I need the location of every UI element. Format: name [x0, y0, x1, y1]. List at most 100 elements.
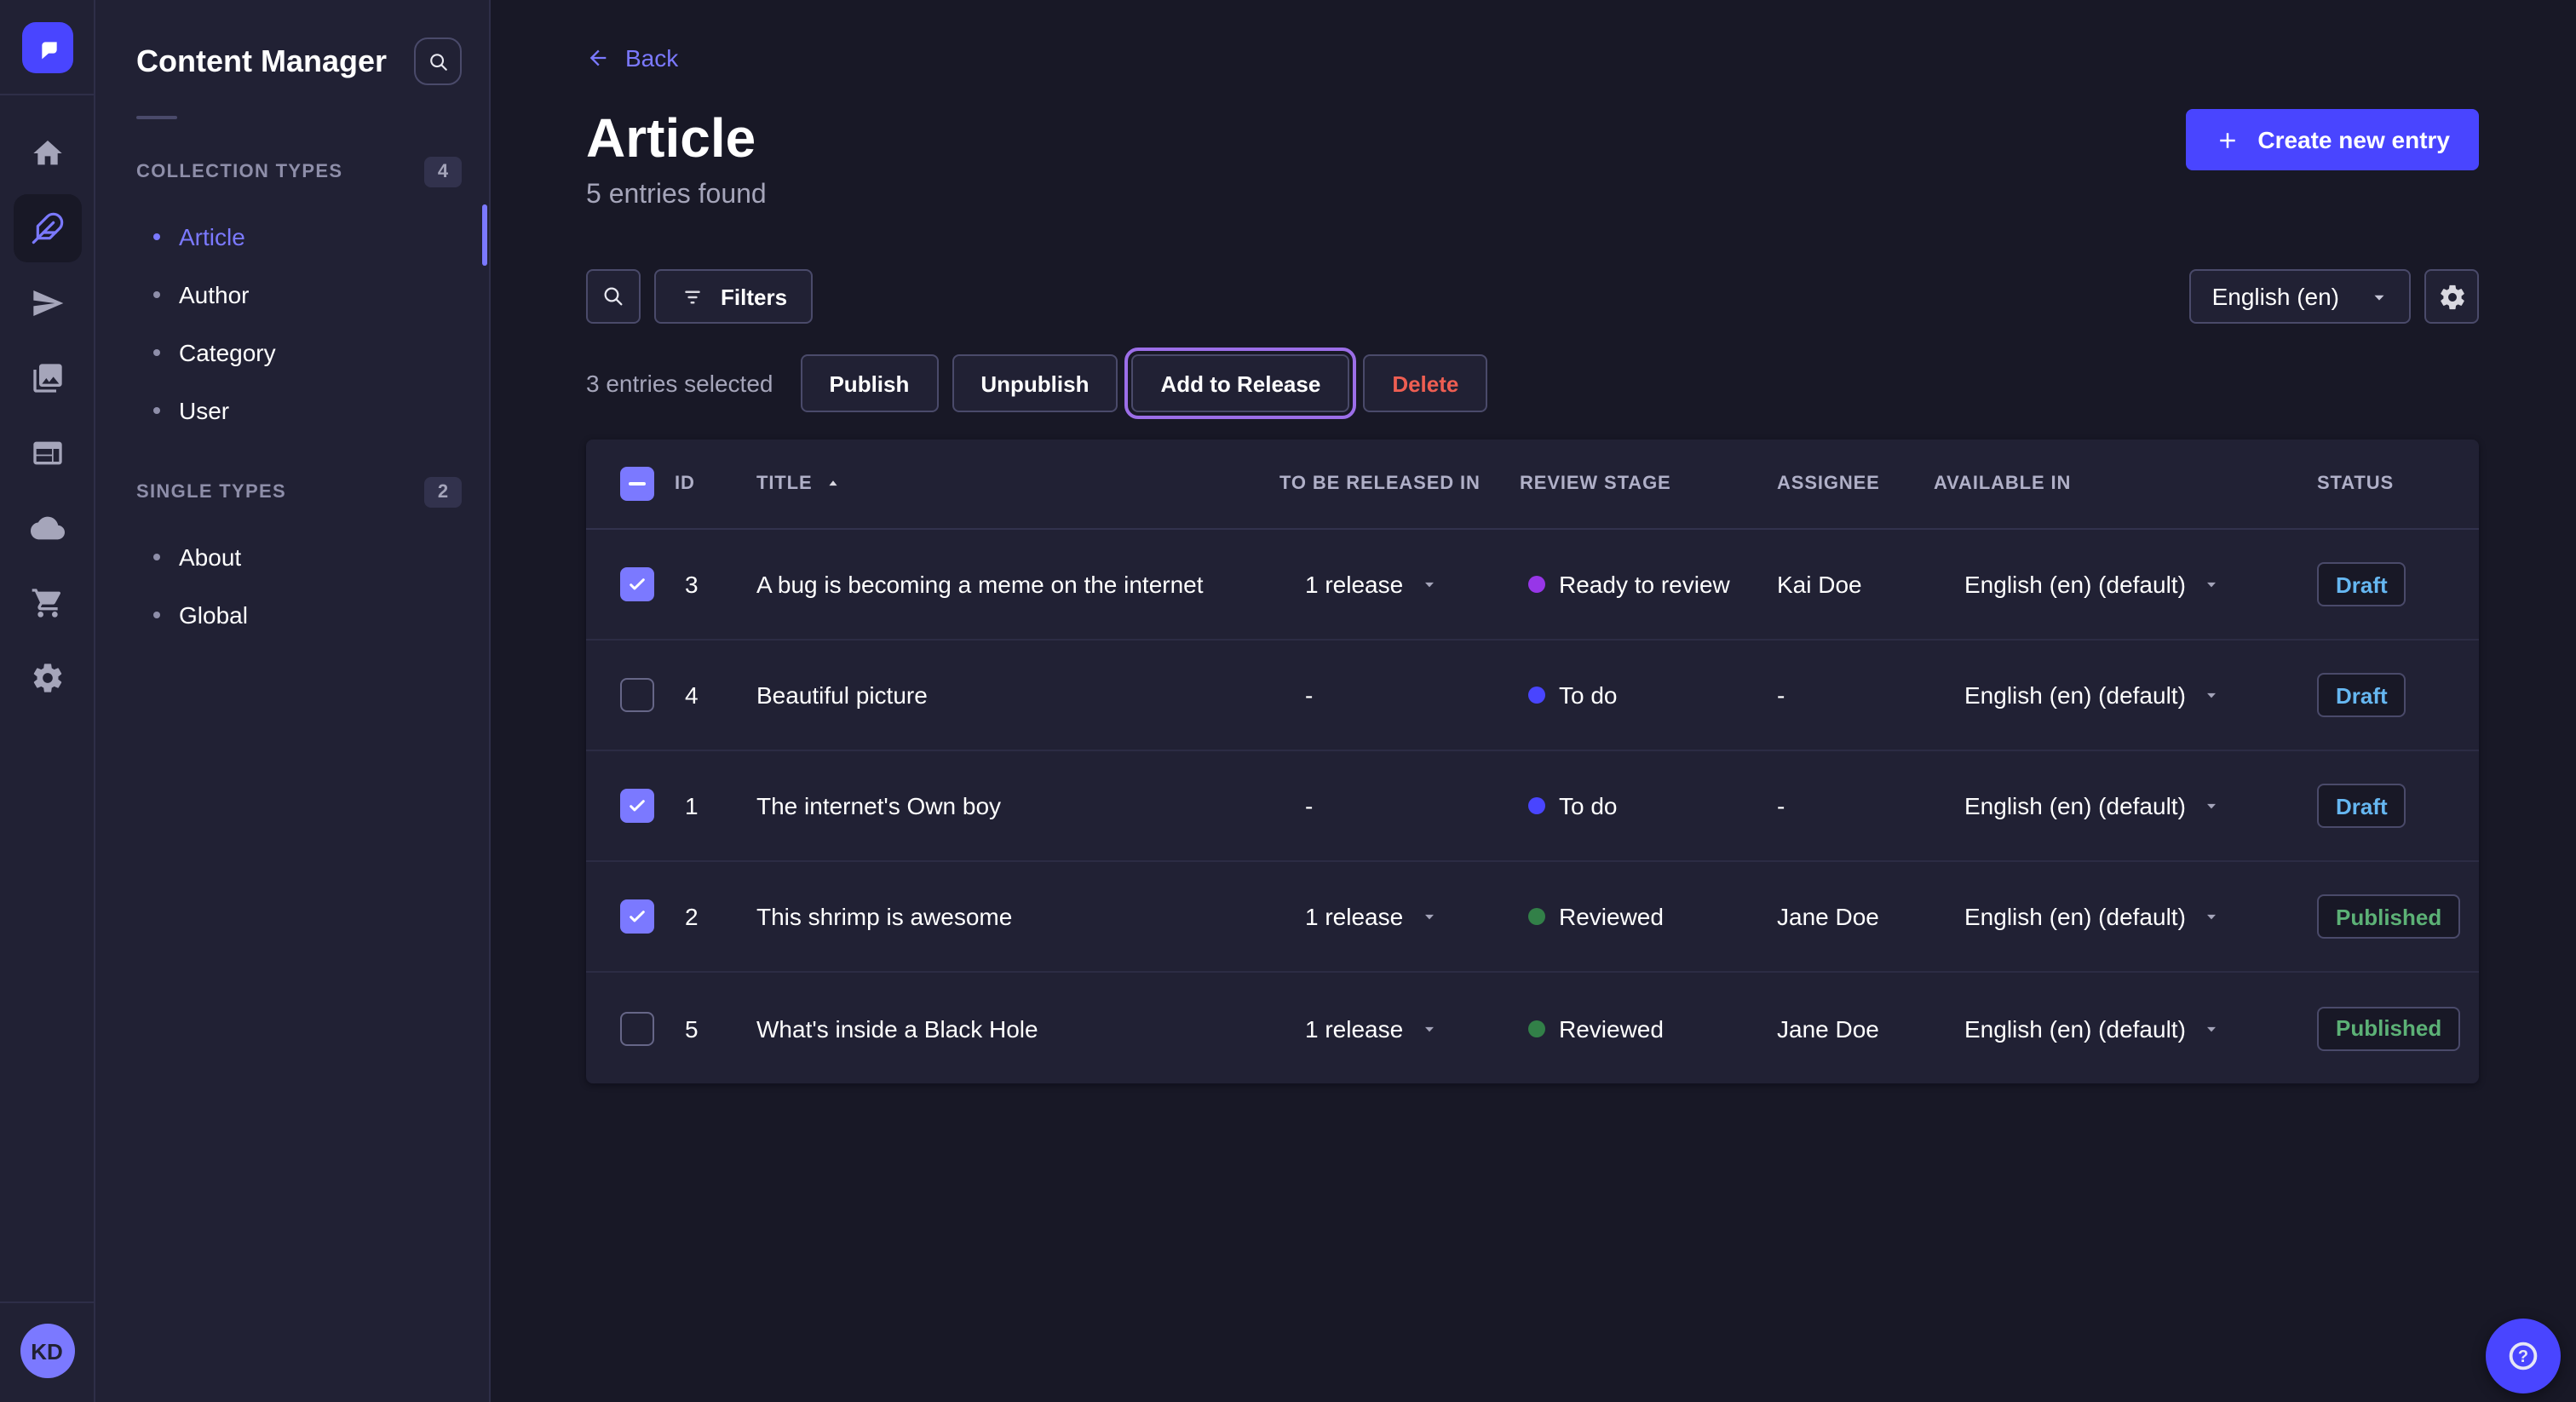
subnav-divider — [136, 116, 177, 119]
column-header-available-in[interactable]: AVAILABLE IN — [1934, 474, 2317, 494]
cell-assignee: Jane Doe — [1777, 903, 1934, 930]
delete-button[interactable]: Delete — [1363, 354, 1487, 412]
nav-rail-footer: KD — [0, 1301, 95, 1402]
column-header-label: ASSIGNEE — [1777, 474, 1880, 494]
back-link[interactable]: Back — [586, 44, 678, 72]
nav-rail-item-content-manager[interactable] — [13, 194, 81, 262]
bullet-icon — [153, 407, 160, 414]
column-header-assignee[interactable]: ASSIGNEE — [1777, 474, 1934, 494]
cell-available-in[interactable]: English (en) (default) — [1934, 903, 2317, 930]
chevron-down-icon — [2203, 687, 2220, 704]
cell-title: This shrimp is awesome — [756, 903, 1279, 930]
column-header-label: AVAILABLE IN — [1934, 474, 2071, 494]
cell-status: Published — [2317, 1006, 2479, 1050]
chevron-down-icon — [2203, 908, 2220, 925]
column-header-to-be-released-in[interactable]: TO BE RELEASED IN — [1279, 474, 1520, 494]
row-checkbox[interactable] — [620, 678, 654, 712]
table-body: 3 A bug is becoming a meme on the intern… — [586, 530, 2479, 1083]
add-to-release-button[interactable]: Add to Release — [1131, 354, 1349, 412]
row-checkbox[interactable] — [620, 899, 654, 934]
status-badge: Published — [2317, 894, 2460, 939]
chevron-down-icon — [2203, 1020, 2220, 1037]
subnav-item-author[interactable]: Author — [95, 266, 489, 324]
cell-available-in[interactable]: English (en) (default) — [1934, 1014, 2317, 1042]
column-header-label: TITLE — [756, 474, 813, 494]
help-button[interactable]: ? — [2486, 1319, 2561, 1393]
filters-button[interactable]: Filters — [654, 269, 813, 324]
nav-rail-item-cloud[interactable] — [13, 494, 81, 562]
cell-id: 5 — [675, 1014, 756, 1042]
locale-select[interactable]: English (en) — [2190, 269, 2411, 324]
column-header-label: TO BE RELEASED IN — [1279, 474, 1481, 494]
home-icon — [30, 136, 64, 170]
nav-rail-item-marketplace[interactable] — [13, 569, 81, 637]
row-checkbox[interactable] — [620, 1011, 654, 1045]
create-new-entry-button[interactable]: Create new entry — [2186, 109, 2479, 170]
chevron-down-icon — [1420, 908, 1437, 925]
nav-rail-item-settings[interactable] — [13, 644, 81, 712]
table-row[interactable]: 3 A bug is becoming a meme on the intern… — [586, 530, 2479, 641]
subnav-section-label: SINGLE TYPES — [136, 482, 286, 503]
table-row[interactable]: 5 What's inside a Black Hole 1 release R… — [586, 973, 2479, 1083]
cell-available-in[interactable]: English (en) (default) — [1934, 681, 2317, 709]
subnav-item-article[interactable]: Article — [95, 208, 489, 266]
subnav-scrollbar-thumb[interactable] — [482, 204, 487, 266]
chevron-down-icon — [2203, 797, 2220, 814]
cell-review-stage: Ready to review — [1520, 571, 1777, 598]
cell-title: What's inside a Black Hole — [756, 1014, 1279, 1042]
nav-rail-item-releases[interactable] — [13, 269, 81, 337]
nav-rail-item-home[interactable] — [13, 119, 81, 187]
table-row[interactable]: 4 Beautiful picture - To do - English (e… — [586, 641, 2479, 751]
cell-available-in[interactable]: English (en) (default) — [1934, 571, 2317, 598]
publish-button[interactable]: Publish — [800, 354, 938, 412]
svg-text:?: ? — [2518, 1347, 2528, 1366]
unpublish-button[interactable]: Unpublish — [952, 354, 1118, 412]
stage-dot-icon — [1528, 1020, 1545, 1037]
cell-to-be-released-in[interactable]: - — [1279, 681, 1520, 709]
entries-count: 5 entries found — [586, 181, 767, 211]
subnav-title: Content Manager — [136, 39, 387, 83]
marketplace-icon — [30, 586, 64, 620]
column-header-review-stage[interactable]: REVIEW STAGE — [1520, 474, 1777, 494]
subnav-item-label: User — [179, 397, 229, 424]
chevron-down-icon — [2370, 287, 2389, 306]
cell-to-be-released-in[interactable]: 1 release — [1279, 571, 1520, 598]
row-checkbox[interactable] — [620, 567, 654, 601]
column-header-title[interactable]: TITLE — [756, 474, 1279, 494]
cell-id: 4 — [675, 681, 756, 709]
locale-value: English (en) — [2212, 283, 2339, 310]
nav-rail-item-content-type-builder[interactable] — [13, 419, 81, 487]
table-search-button[interactable] — [586, 269, 641, 324]
subnav-item-user[interactable]: User — [95, 382, 489, 440]
column-header-id[interactable]: ID — [675, 474, 756, 494]
settings-icon — [30, 661, 64, 695]
cell-to-be-released-in[interactable]: 1 release — [1279, 903, 1520, 930]
cell-to-be-released-in[interactable]: 1 release — [1279, 1014, 1520, 1042]
cell-review-stage: Reviewed — [1520, 903, 1777, 930]
app-logo[interactable] — [0, 0, 95, 95]
selection-count: 3 entries selected — [586, 370, 773, 397]
select-all-checkbox[interactable] — [620, 467, 654, 501]
view-settings-button[interactable] — [2424, 269, 2479, 324]
search-icon — [425, 49, 451, 74]
content-manager-icon — [30, 211, 64, 245]
cell-to-be-released-in[interactable]: - — [1279, 792, 1520, 819]
table-row[interactable]: 1 The internet's Own boy - To do - Engli… — [586, 751, 2479, 862]
subnav-item-label: Author — [179, 281, 250, 308]
row-checkbox[interactable] — [620, 789, 654, 823]
nav-rail-item-media-library[interactable] — [13, 344, 81, 412]
subnav-section: COLLECTION TYPES 4 Article Author Catego… — [95, 157, 489, 440]
table-row[interactable]: 2 This shrimp is awesome 1 release Revie… — [586, 862, 2479, 973]
column-header-status[interactable]: STATUS — [2317, 474, 2479, 494]
avatar[interactable]: KD — [20, 1324, 74, 1378]
question-mark-icon: ? — [2504, 1337, 2542, 1375]
subnav-item-global[interactable]: Global — [95, 586, 489, 644]
subnav-item-about[interactable]: About — [95, 528, 489, 586]
cell-available-in[interactable]: English (en) (default) — [1934, 792, 2317, 819]
chevron-down-icon — [2203, 576, 2220, 593]
stage-dot-icon — [1528, 797, 1545, 814]
subnav-item-category[interactable]: Category — [95, 324, 489, 382]
cell-id: 3 — [675, 571, 756, 598]
cell-title: The internet's Own boy — [756, 792, 1279, 819]
subnav-search-button[interactable] — [414, 37, 462, 85]
